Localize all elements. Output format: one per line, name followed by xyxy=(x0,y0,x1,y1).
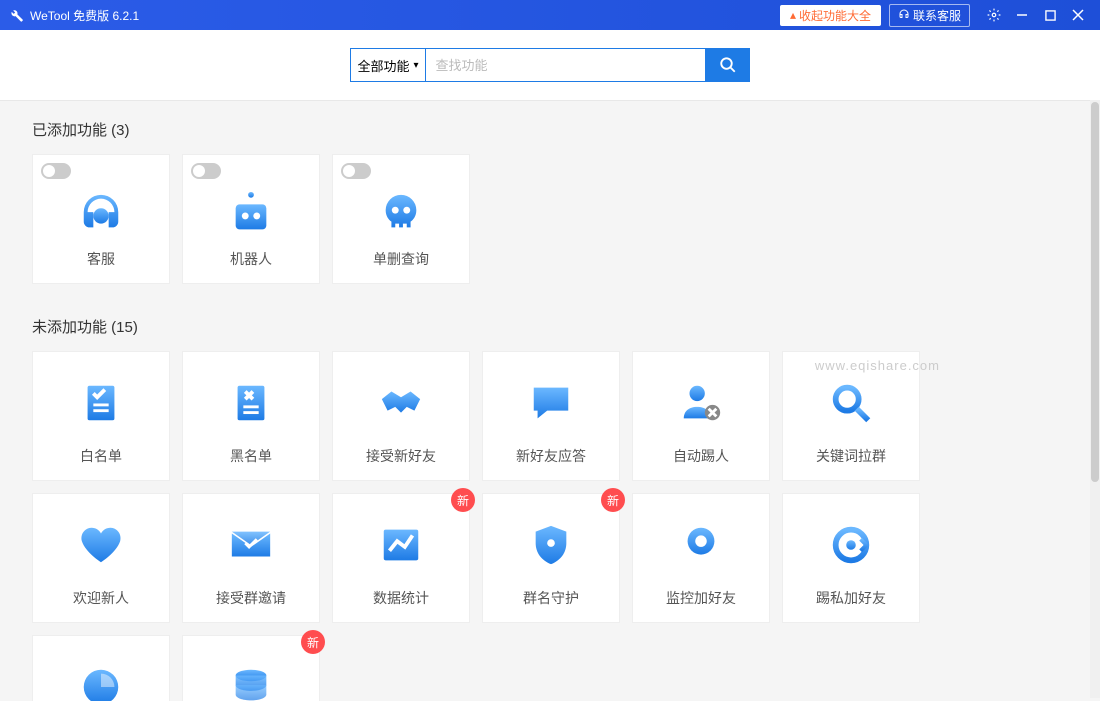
feature-toggle[interactable] xyxy=(191,163,221,179)
titlebar: WeTool 免费版 6.2.1 ▴ 收起功能大全 联系客服 xyxy=(0,0,1100,30)
feature-card[interactable]: 新好友应答 xyxy=(482,351,620,481)
headset-icon xyxy=(898,8,910,23)
feature-toggle[interactable] xyxy=(341,163,371,179)
feature-card[interactable]: 黑名单 xyxy=(182,351,320,481)
feature-label: 白名单 xyxy=(80,446,122,480)
feature-card[interactable]: 单删查询 xyxy=(332,154,470,284)
search-bar: 全部功能 ▾ xyxy=(0,30,1100,101)
app-wrench-icon xyxy=(8,7,24,23)
envelope-icon xyxy=(183,502,319,588)
settings-button[interactable] xyxy=(980,0,1008,30)
feature-label: 监控加好友 xyxy=(666,588,736,622)
contact-support-button[interactable]: 联系客服 xyxy=(889,4,970,27)
unadded-section-title: 未添加功能 (15) xyxy=(32,316,1068,337)
stack-icon xyxy=(183,644,319,701)
handshake-icon xyxy=(333,360,469,446)
feature-label: 接受新好友 xyxy=(366,446,436,480)
feature-card[interactable]: 接受群邀请 xyxy=(182,493,320,623)
maximize-button[interactable] xyxy=(1036,0,1064,30)
scrollbar-thumb[interactable] xyxy=(1091,102,1099,482)
shield-icon xyxy=(483,502,619,588)
feature-toggle[interactable] xyxy=(41,163,71,179)
doc-x-icon xyxy=(183,360,319,446)
skull-icon xyxy=(333,179,469,249)
feature-card[interactable]: 监控加好友 xyxy=(632,493,770,623)
feature-label: 新好友应答 xyxy=(516,446,586,480)
pie-icon xyxy=(33,644,169,701)
feature-label: 数据统计 xyxy=(373,588,429,622)
feature-label: 客服 xyxy=(87,249,115,283)
feature-card[interactable]: 自动踢人 xyxy=(632,351,770,481)
search-input[interactable] xyxy=(426,48,706,82)
feature-label: 关键词拉群 xyxy=(816,446,886,480)
new-badge: 新 xyxy=(451,488,475,512)
user-x-icon xyxy=(633,360,769,446)
doc-check-icon xyxy=(33,360,169,446)
search-button[interactable] xyxy=(706,48,750,82)
feature-card[interactable]: 群成员查重 xyxy=(32,635,170,701)
chat-icon xyxy=(483,360,619,446)
heart-icon xyxy=(33,502,169,588)
feature-card[interactable]: 白名单 xyxy=(32,351,170,481)
new-badge: 新 xyxy=(601,488,625,512)
unadded-grid: 白名单黑名单接受新好友新好友应答自动踢人关键词拉群欢迎新人接受群邀请新数据统计新… xyxy=(32,351,1068,701)
watermark: www.eqishare.com xyxy=(815,358,940,373)
robot-icon xyxy=(183,179,319,249)
webcam-icon xyxy=(633,502,769,588)
feature-card[interactable]: 客服 xyxy=(32,154,170,284)
feature-card[interactable]: 踢私加好友 xyxy=(782,493,920,623)
feature-label: 机器人 xyxy=(230,249,272,283)
minimize-button[interactable] xyxy=(1008,0,1036,30)
chevron-up-icon: ▴ xyxy=(790,8,796,22)
chevron-down-icon: ▾ xyxy=(413,60,418,71)
feature-label: 欢迎新人 xyxy=(73,588,129,622)
feature-card[interactable]: 新积分统计 xyxy=(182,635,320,701)
category-select[interactable]: 全部功能 ▾ xyxy=(350,48,425,82)
feature-card[interactable]: 新数据统计 xyxy=(332,493,470,623)
feature-card[interactable]: 新群名守护 xyxy=(482,493,620,623)
app-title: WeTool 免费版 6.2.1 xyxy=(30,7,139,24)
close-button[interactable] xyxy=(1064,0,1092,30)
feature-label: 群名守护 xyxy=(523,588,579,622)
collapse-features-button[interactable]: ▴ 收起功能大全 xyxy=(780,5,881,26)
feature-card[interactable]: 机器人 xyxy=(182,154,320,284)
added-grid: 客服 机器人 单删查询 xyxy=(32,154,1068,284)
loop-icon xyxy=(783,502,919,588)
added-section-title: 已添加功能 (3) xyxy=(32,119,1068,140)
feature-label: 接受群邀请 xyxy=(216,588,286,622)
chart-icon xyxy=(333,502,469,588)
new-badge: 新 xyxy=(301,630,325,654)
feature-label: 踢私加好友 xyxy=(816,588,886,622)
headset-icon xyxy=(33,179,169,249)
feature-card[interactable]: 欢迎新人 xyxy=(32,493,170,623)
feature-label: 单删查询 xyxy=(373,249,429,283)
feature-label: 黑名单 xyxy=(230,446,272,480)
feature-label: 自动踢人 xyxy=(673,446,729,480)
feature-card[interactable]: 接受新好友 xyxy=(332,351,470,481)
content-area: 已添加功能 (3) 客服 机器人 单删查询 未添加功能 (15) 白名单 黑名单 接受新… xyxy=(0,101,1100,701)
